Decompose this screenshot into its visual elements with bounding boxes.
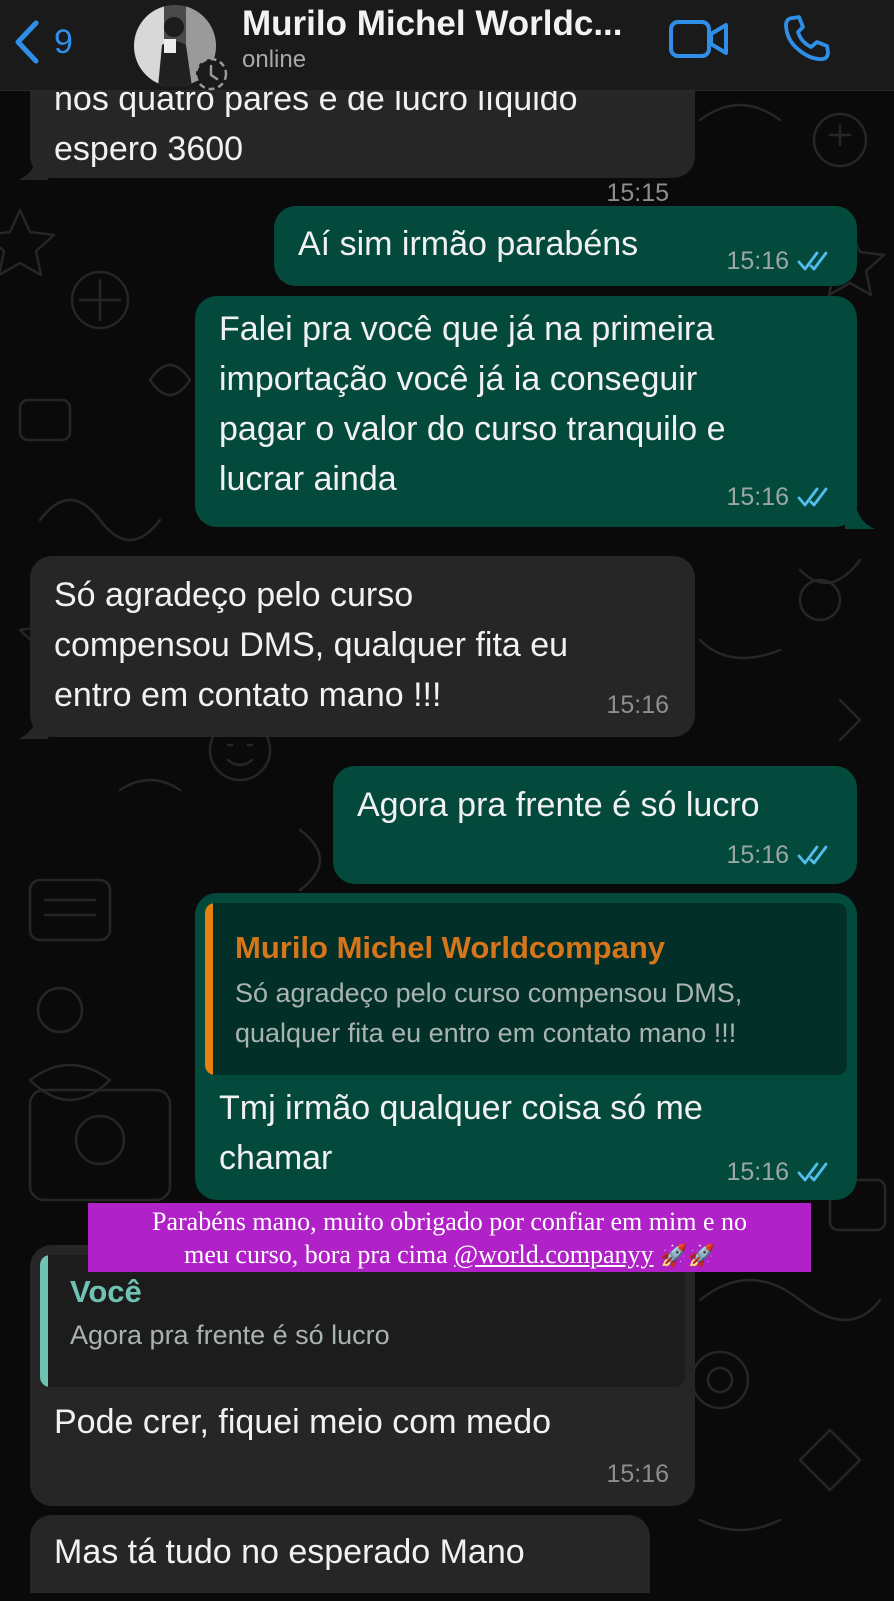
message-outgoing-reply[interactable]: Murilo Michel Worldcompany Só agradeço p… — [195, 893, 857, 1200]
message-time: 15:16 — [606, 1460, 669, 1488]
message-meta: 15:16 — [726, 1147, 833, 1197]
quoted-text: Agora pra frente é só lucro — [70, 1320, 390, 1350]
chevron-left-icon — [15, 20, 39, 64]
unread-count: 9 — [54, 22, 73, 61]
quoted-sender: Você — [70, 1274, 142, 1309]
message-text: Tmj irmão qualquer coisa só me chamar — [219, 1089, 703, 1177]
quoted-message[interactable]: Você Agora pra frente é só lucro — [40, 1255, 685, 1387]
message-text: Falei pra você que já na primeira import… — [219, 310, 726, 498]
message-outgoing[interactable]: Falei pra você que já na primeira import… — [195, 296, 857, 527]
bubble-tail — [845, 503, 875, 529]
message-meta: 15:16 — [726, 830, 833, 880]
message-outgoing[interactable]: Aí sim irmão parabéns 15:16 — [274, 206, 857, 286]
bubble-tail — [18, 713, 48, 739]
bubble-tail — [18, 154, 48, 180]
chat-screen: 9 Murilo Michel Worldc... online nos qua… — [0, 0, 894, 1601]
message-meta: 15:16 — [726, 472, 833, 522]
caption-line-1: Parabéns mano, muito obrigado por confia… — [152, 1207, 747, 1236]
message-text: Agora pra frente é só lucro — [357, 786, 760, 824]
message-time: 15:16 — [726, 483, 789, 511]
message-text: Aí sim irmão parabéns — [298, 225, 639, 263]
message-text: Pode crer, fiquei meio com medo — [54, 1403, 552, 1441]
double-check-icon — [797, 1162, 828, 1182]
status-ring-icon — [194, 57, 228, 91]
double-check-icon — [797, 487, 828, 507]
quoted-message[interactable]: Murilo Michel Worldcompany Só agradeço p… — [205, 903, 847, 1075]
message-time: 15:16 — [726, 247, 789, 275]
rocket-emoji: 🚀🚀 — [660, 1244, 715, 1269]
quoted-text: Só agradeço pelo curso compensou DMS, qu… — [235, 978, 743, 1048]
double-check-icon — [797, 845, 828, 865]
phone-icon[interactable] — [781, 14, 831, 64]
message-time: 15:16 — [606, 691, 669, 719]
back-button[interactable]: 9 — [12, 14, 73, 70]
message-time: 15:16 — [726, 1158, 789, 1186]
quote-bar — [205, 903, 213, 1075]
message-outgoing[interactable]: Agora pra frente é só lucro 15:16 — [333, 766, 857, 884]
caption-line-2: meu curso, bora pra cima @world.companyy… — [88, 1238, 811, 1273]
message-incoming-reply[interactable]: Você Agora pra frente é só lucro Pode cr… — [30, 1245, 695, 1506]
double-check-icon — [797, 251, 828, 271]
story-caption: Parabéns mano, muito obrigado por confia… — [88, 1203, 811, 1272]
message-incoming[interactable]: Só agradeço pelo curso compensou DMS, qu… — [30, 556, 695, 737]
message-incoming[interactable]: Mas tá tudo no esperado Mano — [30, 1515, 650, 1601]
mention-link[interactable]: @world.companyy — [454, 1240, 653, 1269]
bottom-edge — [0, 1593, 894, 1601]
message-text: Só agradeço pelo curso compensou DMS, qu… — [54, 576, 569, 714]
quoted-sender: Murilo Michel Worldcompany — [235, 930, 666, 965]
chat-header: 9 Murilo Michel Worldc... online — [0, 0, 894, 91]
video-call-icon[interactable] — [668, 16, 730, 62]
quote-bar — [40, 1255, 48, 1387]
contact-name[interactable]: Murilo Michel Worldc... — [242, 4, 623, 44]
message-meta: 15:16 — [726, 236, 833, 286]
contact-status: online — [242, 46, 307, 73]
message-text: Mas tá tudo no esperado Mano — [54, 1533, 525, 1571]
message-time: 15:16 — [726, 841, 789, 869]
message-text: espero 3600 — [54, 130, 244, 168]
